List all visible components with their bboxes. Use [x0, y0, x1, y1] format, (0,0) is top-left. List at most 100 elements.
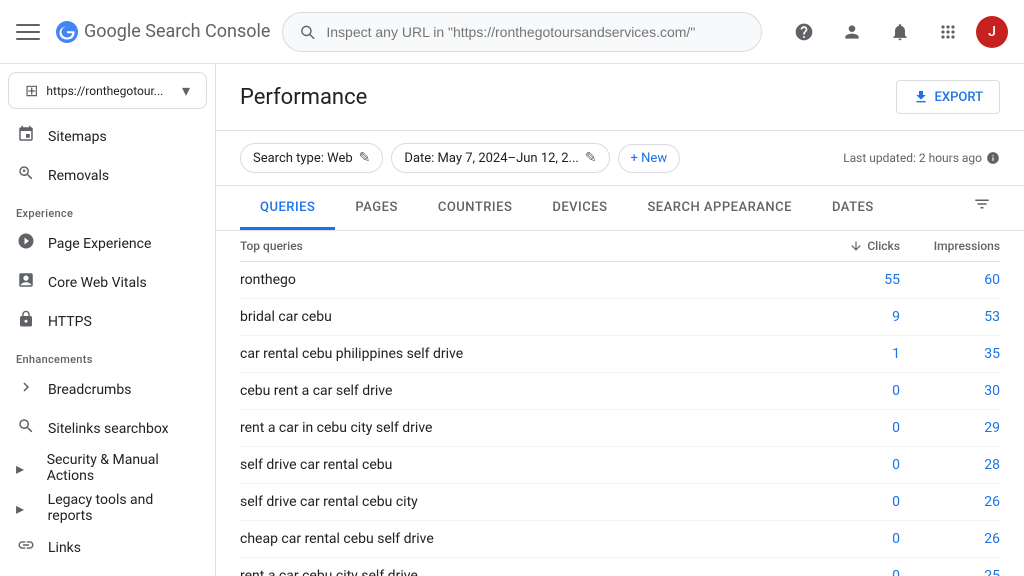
- tab-queries[interactable]: QUERIES: [240, 188, 335, 230]
- url-search-input[interactable]: [326, 24, 745, 40]
- cell-impressions: 26: [900, 494, 1000, 510]
- user-avatar[interactable]: J: [976, 16, 1008, 48]
- table-row[interactable]: rent a car cebu city self drive 0 25: [240, 558, 1000, 576]
- sidebar-item-core-web-vitals[interactable]: Core Web Vitals: [0, 263, 215, 302]
- updated-info-icon: [986, 151, 1000, 165]
- links-icon: [16, 536, 36, 559]
- table-header: Top queries Clicks Impressions: [240, 231, 1000, 262]
- cell-impressions: 35: [900, 346, 1000, 362]
- cell-query: self drive car rental cebu city: [240, 494, 800, 510]
- table-row[interactable]: self drive car rental cebu city 0 26: [240, 484, 1000, 521]
- legacy-tools-label: Legacy tools and reports: [48, 492, 199, 524]
- cell-query: self drive car rental cebu: [240, 457, 800, 473]
- links-label: Links: [48, 540, 81, 556]
- table-row[interactable]: cebu rent a car self drive 0 30: [240, 373, 1000, 410]
- security-expand-icon: ▸: [16, 459, 35, 478]
- sitemaps-icon: [16, 125, 36, 148]
- experience-section-label: Experience: [0, 195, 215, 224]
- table-row[interactable]: self drive car rental cebu 0 28: [240, 447, 1000, 484]
- https-label: HTTPS: [48, 314, 92, 330]
- tab-search-appearance[interactable]: SEARCH APPEARANCE: [627, 188, 812, 230]
- export-label: EXPORT: [935, 90, 983, 105]
- sidebar-item-https[interactable]: HTTPS: [0, 302, 215, 341]
- table-rows-container: ronthego 55 60 bridal car cebu 9 53 car …: [240, 262, 1000, 576]
- google-logo-icon: [56, 21, 78, 43]
- tabs-container: QUERIES PAGES COUNTRIES DEVICES SEARCH A…: [216, 186, 1024, 231]
- sidebar-item-sitemaps[interactable]: Sitemaps: [0, 117, 215, 156]
- app-title: Google Search Console: [84, 21, 270, 42]
- table-row[interactable]: cheap car rental cebu self drive 0 26: [240, 521, 1000, 558]
- core-web-vitals-icon: [16, 271, 36, 294]
- tab-devices[interactable]: DEVICES: [532, 188, 627, 230]
- export-button[interactable]: EXPORT: [896, 80, 1000, 114]
- tab-actions: [964, 186, 1000, 230]
- sidebar-item-settings[interactable]: Settings: [0, 567, 215, 576]
- sidebar-item-removals[interactable]: Removals: [0, 156, 215, 195]
- url-search-bar[interactable]: [282, 12, 762, 52]
- table-row[interactable]: ronthego 55 60: [240, 262, 1000, 299]
- cell-query: bridal car cebu: [240, 309, 800, 325]
- cell-impressions: 25: [900, 568, 1000, 576]
- table-row[interactable]: bridal car cebu 9 53: [240, 299, 1000, 336]
- search-type-filter[interactable]: Search type: Web ✎: [240, 143, 383, 173]
- cell-query: cebu rent a car self drive: [240, 383, 800, 399]
- help-button[interactable]: [784, 12, 824, 52]
- date-filter[interactable]: Date: May 7, 2024–Jun 12, 2... ✎: [391, 143, 609, 173]
- query-column-header: Top queries: [240, 239, 800, 253]
- page-experience-icon: [16, 232, 36, 255]
- table-filter-button[interactable]: [964, 186, 1000, 222]
- export-icon: [913, 89, 929, 105]
- search-icon: [299, 23, 316, 41]
- sitelinks-icon: [16, 417, 36, 440]
- page-experience-label: Page Experience: [48, 236, 151, 252]
- date-edit-icon: ✎: [585, 150, 597, 166]
- cell-clicks: 0: [800, 568, 900, 576]
- top-bar: Google Search Console J: [0, 0, 1024, 64]
- performance-header: Performance EXPORT: [216, 64, 1024, 131]
- sidebar-item-legacy-tools[interactable]: ▸ Legacy tools and reports: [0, 488, 215, 528]
- security-label: Security & Manual Actions: [47, 452, 199, 484]
- sitemaps-label: Sitemaps: [48, 129, 107, 145]
- cell-query: rent a car in cebu city self drive: [240, 420, 800, 436]
- menu-button[interactable]: [16, 20, 40, 44]
- enhancements-section-label: Enhancements: [0, 341, 215, 370]
- sidebar-item-links[interactable]: Links: [0, 528, 215, 567]
- cell-clicks: 0: [800, 531, 900, 547]
- cell-impressions: 29: [900, 420, 1000, 436]
- apps-button[interactable]: [928, 12, 968, 52]
- tab-dates[interactable]: DATES: [812, 188, 894, 230]
- main-content: Performance EXPORT Search type: Web ✎ Da…: [216, 64, 1024, 576]
- property-text: https://ronthegotour...: [46, 84, 174, 98]
- last-updated: Last updated: 2 hours ago: [843, 151, 1000, 165]
- sidebar-item-security[interactable]: ▸ Security & Manual Actions: [0, 448, 215, 488]
- property-selector[interactable]: ⊞ https://ronthegotour... ▾: [8, 72, 207, 109]
- cell-clicks: 1: [800, 346, 900, 362]
- https-icon: [16, 310, 36, 333]
- sidebar-item-breadcrumbs[interactable]: Breadcrumbs: [0, 370, 215, 409]
- cell-query: cheap car rental cebu self drive: [240, 531, 800, 547]
- notifications-button[interactable]: [880, 12, 920, 52]
- top-icons: J: [784, 12, 1008, 52]
- table-row[interactable]: rent a car in cebu city self drive 0 29: [240, 410, 1000, 447]
- filters-row: Search type: Web ✎ Date: May 7, 2024–Jun…: [216, 131, 1024, 186]
- account-icon-button[interactable]: [832, 12, 872, 52]
- legacy-expand-icon: ▸: [16, 499, 36, 518]
- cell-impressions: 28: [900, 457, 1000, 473]
- cell-impressions: 26: [900, 531, 1000, 547]
- clicks-column-header: Clicks: [800, 239, 900, 253]
- tab-countries[interactable]: COUNTRIES: [418, 188, 533, 230]
- cell-clicks: 0: [800, 494, 900, 510]
- cell-clicks: 0: [800, 420, 900, 436]
- property-dropdown-icon: ▾: [182, 81, 190, 100]
- cell-impressions: 60: [900, 272, 1000, 288]
- cell-query: rent a car cebu city self drive: [240, 568, 800, 576]
- updated-text: Last updated: 2 hours ago: [843, 151, 982, 165]
- cell-impressions: 53: [900, 309, 1000, 325]
- new-filter-button[interactable]: + New: [618, 144, 681, 173]
- sidebar-item-page-experience[interactable]: Page Experience: [0, 224, 215, 263]
- tab-pages[interactable]: PAGES: [335, 188, 417, 230]
- breadcrumbs-icon: [16, 378, 36, 401]
- table-row[interactable]: car rental cebu philippines self drive 1…: [240, 336, 1000, 373]
- date-label: Date: May 7, 2024–Jun 12, 2...: [404, 151, 578, 166]
- sidebar-item-sitelinks-searchbox[interactable]: Sitelinks searchbox: [0, 409, 215, 448]
